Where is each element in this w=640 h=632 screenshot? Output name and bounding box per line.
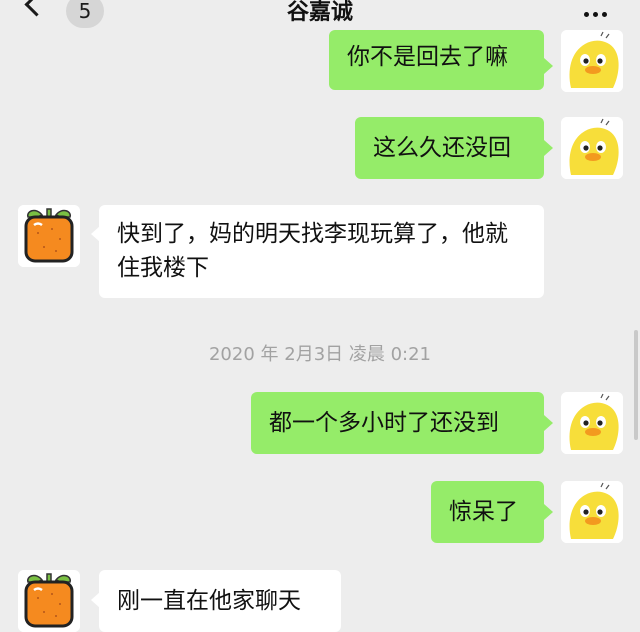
message-text: 刚一直在他家聊天 (117, 588, 301, 614)
scrollbar[interactable] (634, 330, 638, 440)
dot (602, 12, 607, 17)
more-options-button[interactable] (582, 2, 618, 18)
chat-header: 5 谷嘉诚 (0, 0, 640, 30)
dot (593, 12, 598, 17)
dot (584, 12, 589, 17)
orange-avatar-icon[interactable] (18, 570, 80, 632)
message-row: 刚一直在他家聊天 (0, 0, 640, 632)
chat-title: 谷嘉诚 (286, 0, 353, 25)
message-bubble[interactable]: 刚一直在他家聊天 (99, 570, 341, 632)
